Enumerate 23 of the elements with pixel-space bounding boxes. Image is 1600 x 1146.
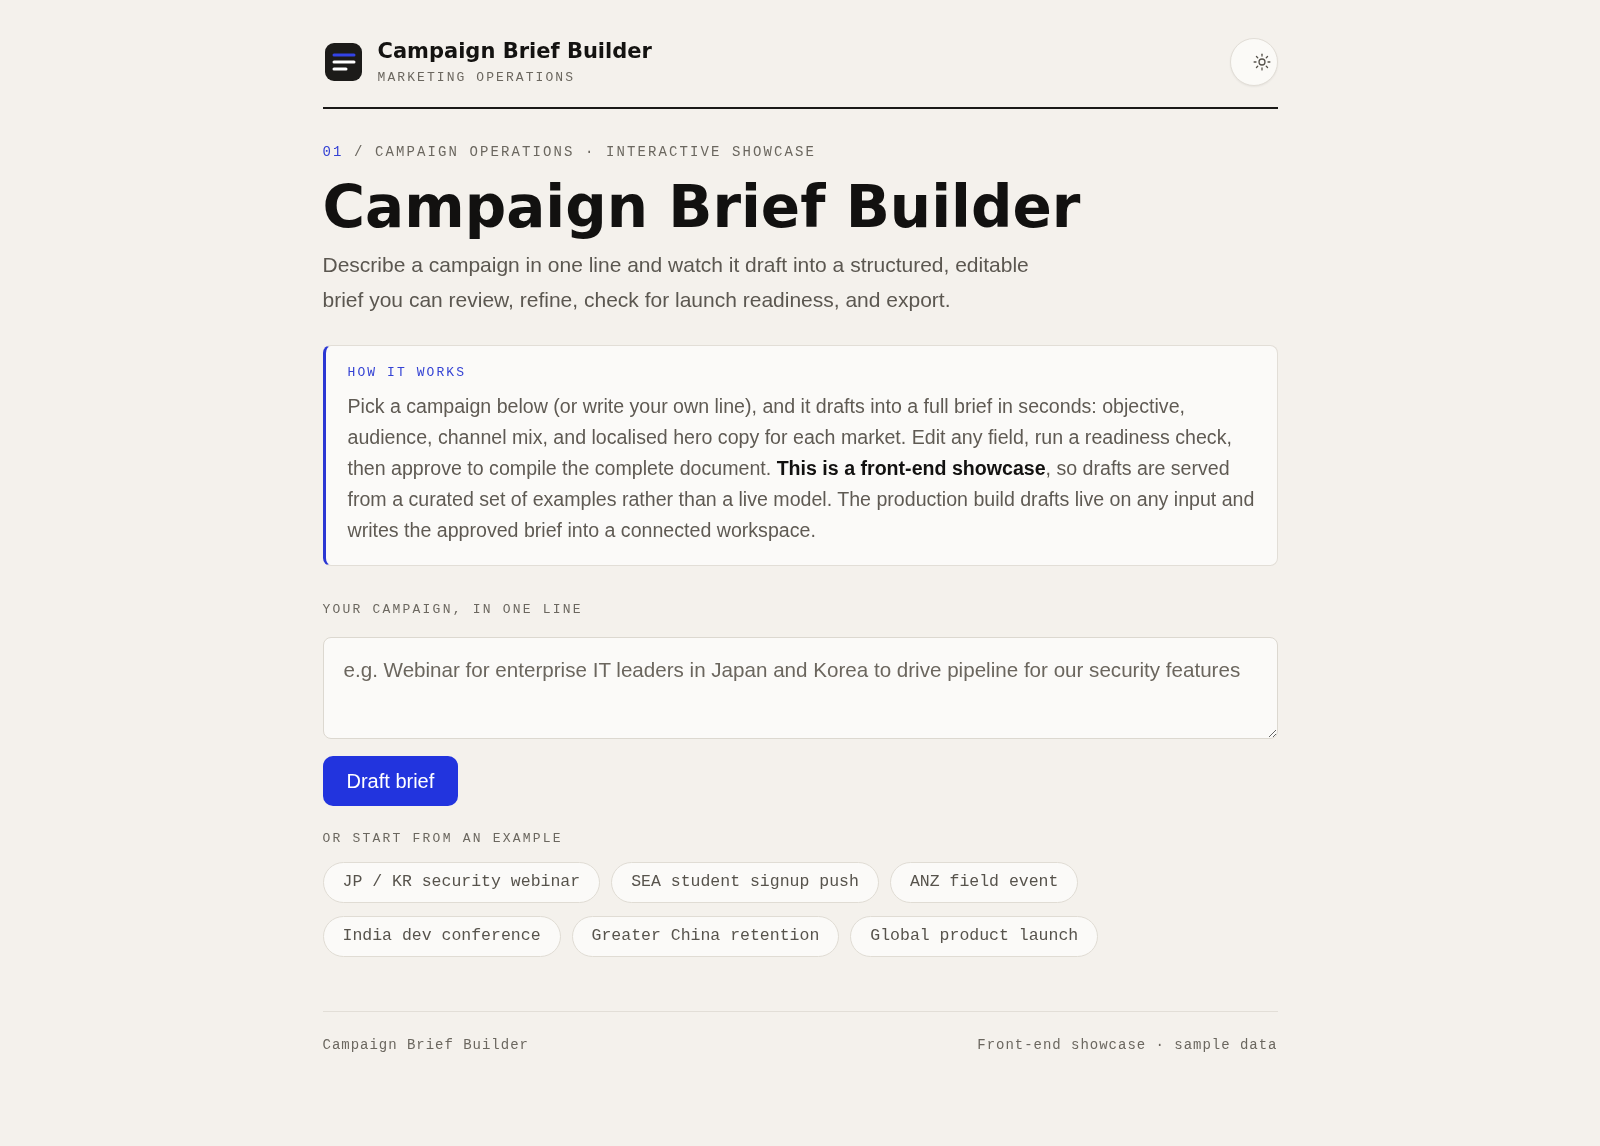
example-chip[interactable]: Greater China retention — [571, 915, 840, 957]
draft-brief-button[interactable]: Draft brief — [322, 755, 459, 806]
page-description: Describe a campaign in one line and watch it draft into a structured, editable brief you can review, refine, check for launch readiness, and export. — [322, 252, 1030, 313]
section-number: 01 — [322, 143, 344, 162]
app-title: Campaign Brief Builder — [377, 38, 652, 64]
example-chip[interactable]: Global product launch — [850, 915, 1099, 957]
breadcrumb-text: / CAMPAIGN OPERATIONS · INTERACTIVE SHOWCASE — [354, 143, 817, 162]
campaign-label: YOUR CAMPAIGN, IN ONE LINE — [322, 601, 584, 618]
page-title: Campaign Brief Builder — [322, 174, 1082, 240]
examples-label: OR START FROM AN EXAMPLE — [322, 830, 564, 847]
campaign-input[interactable]: e.g. Webinar for enterprise IT leaders in Japan and Korea to drive pipeline for our security features — [322, 636, 1278, 739]
example-chip[interactable]: India dev conference — [322, 915, 561, 957]
theme-toggle-button[interactable] — [1229, 38, 1278, 86]
app-subtitle: MARKETING OPERATIONS — [377, 70, 577, 86]
example-chip[interactable]: SEA student signup push — [611, 861, 879, 903]
example-chip[interactable]: JP / KR security webinar — [322, 861, 601, 903]
footer-title: Campaign Brief Builder — [322, 1035, 529, 1054]
footer-note: Front-end showcase · sample data — [977, 1035, 1278, 1054]
info-text: Pick a campaign below (or write your own line), and it drafts into a full brief in seconds: objective, audience, channel mix, and localised hero copy for each market. Edit any field, run a readiness check, then approve to compile the complete document. This is a front-end showcase, so drafts are served from a curated set of examples rather than a live model. The production build drafts live on any input and writes the approved brief into a connected workspace. — [347, 393, 1256, 543]
sun-icon — [1252, 53, 1271, 71]
example-chip[interactable]: ANZ field event — [889, 861, 1079, 903]
logo-icon — [324, 43, 362, 81]
info-label: HOW IT WORKS — [347, 365, 468, 381]
